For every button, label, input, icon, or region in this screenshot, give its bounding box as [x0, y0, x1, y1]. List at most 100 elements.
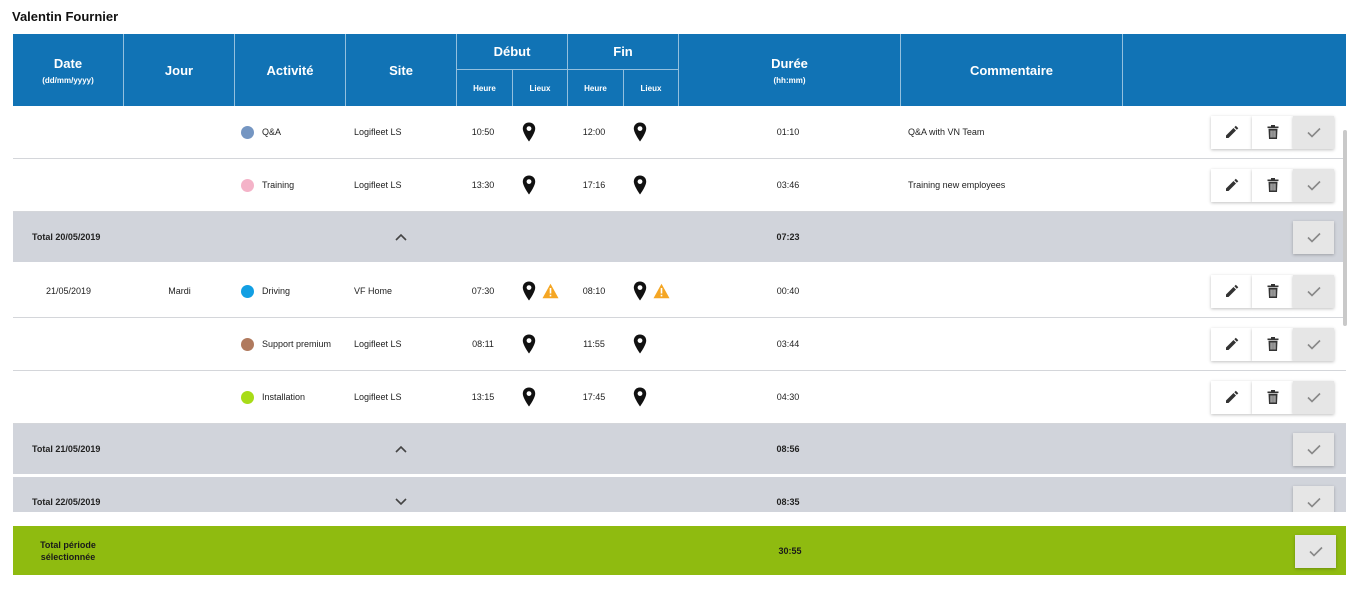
- header-activite[interactable]: Activité: [235, 34, 346, 106]
- header-duree[interactable]: Durée (hh:mm): [679, 34, 901, 106]
- map-pin-icon[interactable]: [522, 387, 536, 407]
- row-actions: [1211, 318, 1334, 370]
- header-duree-label: Durée: [771, 55, 808, 71]
- map-pin-icon[interactable]: [633, 281, 647, 301]
- delete-button[interactable]: [1252, 168, 1293, 202]
- day-total-label: Total 21/05/2019: [32, 444, 101, 454]
- day-toggle[interactable]: [390, 424, 412, 474]
- table-row: Installation Logifleet LS 13:15 17:45 04:30: [13, 371, 1346, 424]
- validate-day-button[interactable]: [1293, 432, 1334, 466]
- row-end-location: [633, 159, 683, 211]
- map-pin-icon[interactable]: [633, 175, 647, 195]
- row-start-location: [522, 159, 572, 211]
- delete-button[interactable]: [1252, 115, 1293, 149]
- row-duration: 03:46: [776, 180, 800, 190]
- validate-button[interactable]: [1293, 115, 1334, 149]
- row-jour: [124, 318, 235, 370]
- row-start-time: 13:15: [471, 392, 495, 402]
- header-debut-heure[interactable]: Heure: [457, 70, 513, 106]
- edit-button[interactable]: [1211, 168, 1252, 202]
- period-total-bar: Total période sélectionnée 30:55: [13, 526, 1346, 575]
- warning-icon: [542, 283, 559, 299]
- map-pin-icon[interactable]: [633, 122, 647, 142]
- row-start-time: 08:11: [472, 339, 494, 349]
- row-comment: [908, 265, 1123, 317]
- day-toggle[interactable]: [390, 212, 412, 262]
- day-total-label: Total 22/05/2019: [32, 497, 101, 507]
- day-toggle[interactable]: [390, 477, 412, 512]
- trash-icon: [1267, 178, 1278, 192]
- row-date: [13, 371, 124, 423]
- row-start-location: [522, 371, 572, 423]
- validate-button[interactable]: [1293, 168, 1334, 202]
- row-jour: [124, 159, 235, 211]
- header-date[interactable]: Date (dd/mm/yyyy): [13, 34, 124, 106]
- header-fin-heure[interactable]: Heure: [568, 70, 624, 106]
- header-commentaire[interactable]: Commentaire: [901, 34, 1123, 106]
- row-duration: 03:44: [776, 339, 800, 349]
- pencil-icon: [1225, 178, 1238, 191]
- row-end-location: [633, 106, 683, 158]
- row-end-time: 11:55: [583, 339, 605, 349]
- row-jour: Mardi: [168, 286, 191, 296]
- delete-button[interactable]: [1252, 380, 1293, 414]
- delete-button[interactable]: [1252, 327, 1293, 361]
- map-pin-icon[interactable]: [633, 334, 647, 354]
- validate-period-button[interactable]: [1295, 535, 1336, 568]
- row-start-time: 07:30: [471, 286, 495, 296]
- header-site-label: Site: [389, 62, 413, 78]
- header-date-label: Date: [53, 55, 83, 71]
- header-activite-label: Activité: [266, 62, 314, 78]
- row-jour: [124, 371, 235, 423]
- check-icon: [1306, 286, 1321, 297]
- row-start-time: 13:30: [471, 180, 495, 190]
- activity-label: Installation: [262, 392, 306, 402]
- check-icon: [1306, 232, 1321, 243]
- header-debut: Début: [457, 34, 568, 70]
- validate-button[interactable]: [1293, 380, 1334, 414]
- pencil-icon: [1225, 337, 1238, 350]
- row-date: [13, 159, 124, 211]
- row-site: Logifleet LS: [354, 392, 402, 402]
- map-pin-icon[interactable]: [522, 334, 536, 354]
- scrollbar-thumb[interactable]: [1343, 130, 1347, 326]
- check-icon: [1306, 339, 1321, 350]
- map-pin-icon[interactable]: [522, 281, 536, 301]
- warning-icon: [653, 283, 670, 299]
- table-body: Q&A Logifleet LS 10:50 12:00 01:10 Q&A with V…: [13, 106, 1346, 512]
- day-total-row: Total 20/05/2019 07:23: [13, 212, 1346, 264]
- row-activity: Q&A: [241, 106, 352, 158]
- header-jour[interactable]: Jour: [124, 34, 235, 106]
- table-row: 21/05/2019 Mardi Driving VF Home 07:30 08:10 0…: [13, 265, 1346, 318]
- validate-day-button[interactable]: [1293, 220, 1334, 254]
- day-total-row: Total 21/05/2019 08:56: [13, 424, 1346, 476]
- day-total-actions: [1293, 477, 1334, 512]
- validate-button[interactable]: [1293, 274, 1334, 308]
- edit-button[interactable]: [1211, 380, 1252, 414]
- chevron-up-icon[interactable]: [395, 445, 407, 453]
- row-comment: Training new employees: [908, 180, 1006, 190]
- validate-button[interactable]: [1293, 327, 1334, 361]
- chevron-down-icon[interactable]: [395, 498, 407, 506]
- day-total-duration: 07:23: [776, 232, 800, 242]
- edit-button[interactable]: [1211, 274, 1252, 308]
- validate-day-button[interactable]: [1293, 485, 1334, 512]
- day-total-actions: [1293, 424, 1334, 474]
- table-row: Q&A Logifleet LS 10:50 12:00 01:10 Q&A with V…: [13, 106, 1346, 159]
- header-site[interactable]: Site: [346, 34, 457, 106]
- row-site: Logifleet LS: [354, 127, 402, 137]
- map-pin-icon[interactable]: [522, 175, 536, 195]
- map-pin-icon[interactable]: [522, 122, 536, 142]
- row-comment: Q&A with VN Team: [908, 127, 985, 137]
- table-row: Support premium Logifleet LS 08:11 11:55 03:…: [13, 318, 1346, 371]
- edit-button[interactable]: [1211, 115, 1252, 149]
- chevron-up-icon[interactable]: [395, 233, 407, 241]
- day-total-duration: 08:35: [776, 497, 800, 507]
- row-end-location: [633, 265, 683, 317]
- delete-button[interactable]: [1252, 274, 1293, 308]
- activity-color-dot: [241, 178, 254, 192]
- edit-button[interactable]: [1211, 327, 1252, 361]
- pencil-icon: [1225, 284, 1238, 297]
- map-pin-icon[interactable]: [633, 387, 647, 407]
- row-jour: [124, 106, 235, 158]
